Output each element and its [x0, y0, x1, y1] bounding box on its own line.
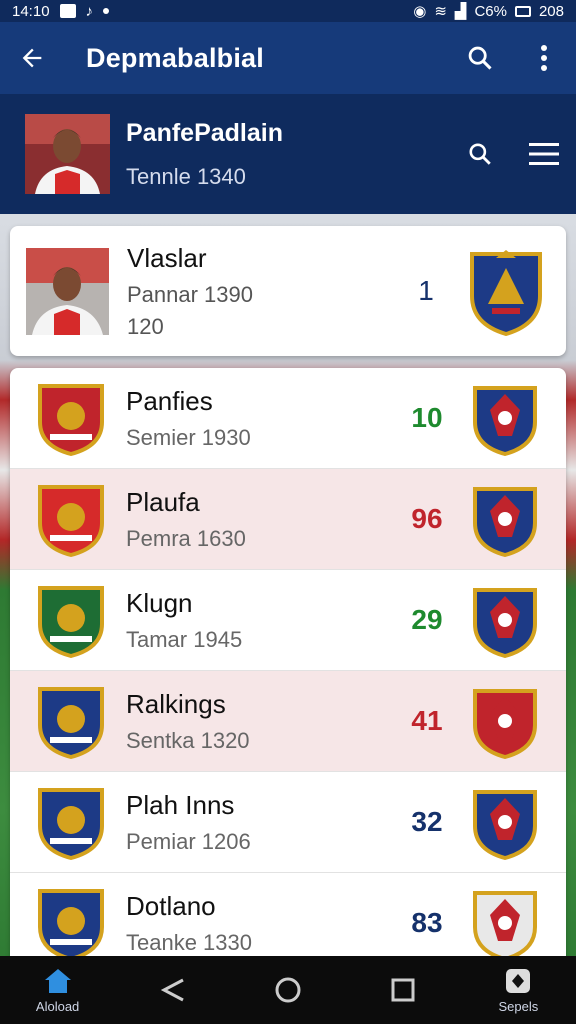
team-row[interactable]: Plaufa Pemra 1630 96: [10, 469, 566, 570]
team-value: 96: [411, 503, 443, 534]
music-note-icon: ♪: [85, 2, 94, 20]
team-sub: Sentka 1320: [126, 727, 250, 753]
team-value: 32: [411, 806, 443, 837]
status-time: 14:10: [12, 2, 50, 20]
battery-icon: [514, 5, 531, 17]
circle-icon: [275, 977, 301, 1003]
team-sub: Pemiar 1206: [126, 828, 251, 854]
team-value: 41: [411, 705, 443, 736]
featured-crest-icon: [470, 250, 542, 336]
team-row[interactable]: Panfies Semier 1930 10: [10, 368, 566, 469]
battery-text: C6%: [474, 2, 507, 20]
team-row[interactable]: Dotlano Teanke 1330 83: [10, 873, 566, 958]
profile-header: PanfePadlain Tennle 1340: [0, 94, 576, 214]
status-bar: 14:10 ♪ ◉ ≋ ▟ C6% 208: [0, 0, 576, 22]
profile-name: PanfePadlain: [126, 118, 283, 147]
nav-circle[interactable]: [243, 956, 333, 1024]
team-crest-icon: [38, 889, 104, 958]
nav-apps-label: Sepels: [498, 998, 539, 1014]
nav-apps[interactable]: Sepels: [473, 956, 563, 1024]
opponent-crest-icon: [473, 487, 537, 557]
opponent-crest-icon: [473, 689, 537, 759]
alarm-icon: ◉: [413, 3, 427, 20]
team-sub: Pemra 1630: [126, 525, 246, 551]
team-list: Panfies Semier 1930 10 Plaufa Pemra 1630…: [10, 368, 566, 958]
profile-subtitle: Tennle 1340: [126, 163, 246, 189]
app-bar: Depmabalbial: [0, 22, 576, 94]
bottom-nav: Aloload Sepels: [0, 956, 576, 1024]
profile-search-icon[interactable]: [448, 118, 512, 190]
status-right-text: 208: [538, 2, 564, 20]
more-vert-icon[interactable]: [512, 22, 576, 94]
nav-share[interactable]: [128, 956, 218, 1024]
featured-player-card[interactable]: Vlaslar Pannar 1390 120 1: [10, 226, 566, 356]
featured-line1: Pannar 1390: [127, 281, 253, 307]
team-crest-icon: [38, 384, 104, 456]
menu-icon[interactable]: [512, 118, 576, 190]
team-sub: Semier 1930: [126, 424, 251, 450]
search-icon[interactable]: [448, 22, 512, 94]
featured-rank: 1: [418, 275, 434, 306]
team-sub: Tamar 1945: [126, 626, 243, 652]
team-name: Dotlano: [126, 890, 216, 921]
opponent-crest-icon: [473, 588, 537, 658]
page-title: Depmabalbial: [86, 42, 264, 73]
team-name: Ralkings: [126, 688, 226, 719]
team-name: Klugn: [126, 587, 193, 618]
home-icon: [44, 968, 71, 993]
opponent-crest-icon: [473, 386, 537, 456]
featured-line2: 120: [127, 313, 164, 339]
apps-icon: [506, 968, 531, 993]
square-icon: [391, 978, 415, 1002]
nav-home-label: Aloload: [35, 998, 80, 1014]
nav-home[interactable]: Aloload: [13, 956, 103, 1024]
team-value: 10: [411, 402, 443, 433]
wifi-icon: ≋: [434, 3, 447, 20]
team-value: 29: [411, 604, 443, 635]
team-name: Plah Inns: [126, 789, 235, 820]
back-arrow-icon[interactable]: [0, 22, 64, 94]
team-name: Plaufa: [126, 486, 200, 517]
team-value: 83: [411, 907, 443, 938]
share-icon: [160, 978, 184, 1002]
team-name: Panfies: [126, 385, 213, 416]
team-row[interactable]: Klugn Tamar 1945 29: [10, 570, 566, 671]
team-crest-icon: [38, 687, 104, 759]
notification-icon: [59, 4, 76, 18]
featured-player-photo: [26, 247, 109, 335]
team-crest-icon: [38, 788, 104, 860]
signal-icon: ▟: [454, 3, 467, 20]
featured-name: Vlaslar: [127, 242, 207, 273]
nav-square[interactable]: [358, 956, 448, 1024]
team-crest-icon: [38, 485, 104, 557]
team-sub: Teanke 1330: [126, 929, 252, 955]
opponent-crest-icon: [473, 790, 537, 860]
player-photo: [25, 114, 110, 194]
opponent-crest-icon: [473, 891, 537, 958]
team-crest-icon: [38, 586, 104, 658]
dot-icon: [103, 8, 110, 14]
team-row[interactable]: Ralkings Sentka 1320 41: [10, 671, 566, 772]
team-row[interactable]: Plah Inns Pemiar 1206 32: [10, 772, 566, 873]
